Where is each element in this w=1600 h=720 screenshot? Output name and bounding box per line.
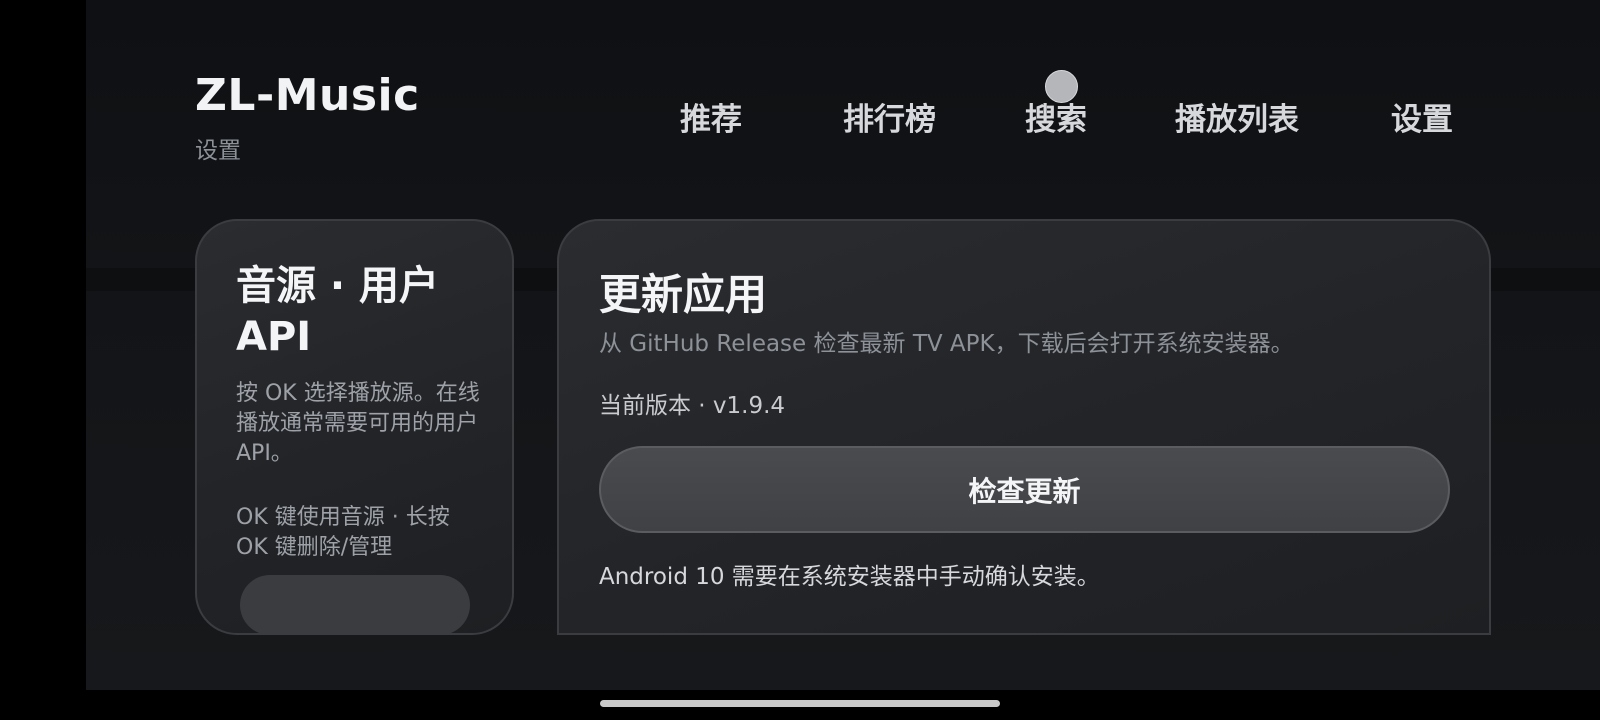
source-item-button[interactable] (240, 575, 470, 633)
update-card-description: 从 GitHub Release 检查最新 TV APK，下载后会打开系统安装器… (599, 331, 1294, 357)
page-subtitle: 设置 (195, 138, 241, 164)
app-screen: ZL-Music 设置 推荐 排行榜 搜索 播放列表 设置 音源 · 用户 AP… (86, 0, 1600, 690)
home-indicator[interactable] (600, 700, 1000, 707)
tab-playlist[interactable]: 播放列表 (1175, 94, 1299, 139)
update-card: 更新应用 从 GitHub Release 检查最新 TV APK，下载后会打开… (557, 219, 1491, 635)
app-title: ZL-Music (195, 70, 420, 121)
tab-charts[interactable]: 排行榜 (843, 94, 936, 139)
source-card-title: 音源 · 用户 API (236, 263, 440, 360)
install-note: Android 10 需要在系统安装器中手动确认安装。 (599, 564, 1100, 590)
tab-settings[interactable]: 设置 (1391, 94, 1453, 139)
focus-cursor-dot (1045, 70, 1078, 103)
source-card-hint: OK 键使用音源 · 长按 OK 键删除/管理 (236, 505, 450, 560)
update-card-title: 更新应用 (599, 270, 768, 319)
check-update-button[interactable]: 检查更新 (599, 446, 1450, 533)
current-version-label: 当前版本 · v1.9.4 (599, 393, 786, 419)
source-card-description: 按 OK 选择播放源。在线播放通常需要可用的用户 API。 (236, 381, 480, 466)
source-card[interactable]: 音源 · 用户 API 按 OK 选择播放源。在线播放通常需要可用的用户 API… (195, 219, 514, 635)
tab-recommend[interactable]: 推荐 (680, 94, 742, 139)
